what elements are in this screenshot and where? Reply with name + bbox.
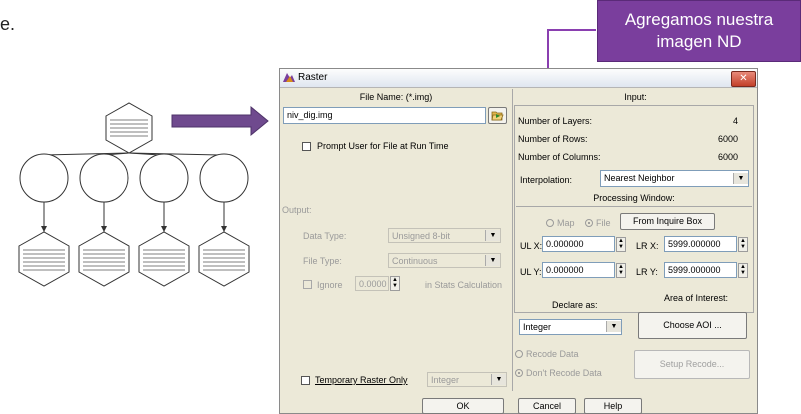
function-node [19,153,69,203]
setup-recode-button[interactable]: Setup Recode... [634,350,750,379]
raster-node-output [198,231,250,287]
dont-recode-label: Don't Recode Data [526,368,602,378]
chevron-down-icon: ▼ [485,255,500,266]
layers-label: Number of Layers: [518,116,593,126]
temporary-raster-label: Temporary Raster Only [315,375,408,385]
interpolation-value: Nearest Neighbor [604,173,675,183]
ignore-value-input[interactable]: 0.0000 [355,276,389,291]
function-node [139,153,189,203]
lry-input[interactable]: 5999.000000 [664,262,737,278]
interpolation-select[interactable]: Nearest Neighbor [600,170,749,187]
raster-node-output [78,231,130,287]
ignore-checkbox[interactable] [303,280,312,289]
declare-as-label: Declare as: [552,300,598,310]
area-of-interest-label: Area of Interest: [664,293,729,303]
raster-node-output [138,231,190,287]
declare-as-value: Integer [523,322,552,332]
choose-aoi-button[interactable]: Choose AOI ... [638,312,747,339]
file-name-label: File Name: (*.img) [359,92,433,102]
columns-label: Number of Columns: [518,152,601,162]
ok-button[interactable]: OK [422,398,504,414]
chevron-down-icon: ▼ [606,321,621,332]
input-heading: Input: [624,92,647,102]
file-type-label: File Type: [303,256,342,266]
ignore-spinner[interactable]: ▲ ▼ [390,276,400,291]
prompt-user-checkbox[interactable] [302,142,311,151]
temporary-raster-checkbox[interactable] [301,376,310,385]
dont-recode-radio[interactable] [515,369,523,377]
recode-data-label: Recode Data [526,349,579,359]
rows-label: Number of Rows: [518,134,588,144]
uly-input[interactable]: 0.000000 [542,262,615,278]
cancel-button[interactable]: Cancel [518,398,576,414]
from-inquire-box-button[interactable]: From Inquire Box [620,213,715,230]
help-button[interactable]: Help [584,398,642,414]
ulx-label: UL X: [520,241,543,251]
uly-label: UL Y: [520,267,542,277]
ulx-input[interactable]: 0.000000 [542,236,615,252]
rows-value: 6000 [717,134,738,144]
pointer-arrow [171,105,269,137]
chevron-down-icon: ▼ [491,374,506,385]
function-node [79,153,129,203]
chevron-down-icon: ▼ [733,173,748,184]
map-radio[interactable] [546,219,554,227]
recode-data-radio[interactable] [515,350,523,358]
file-radio-label: File [596,218,611,228]
open-folder-icon [491,111,504,121]
lry-spinner[interactable]: ▲ ▼ [738,263,748,278]
file-name-input[interactable]: niv_dig.img [283,107,486,124]
data-type-label: Data Type: [303,231,347,241]
ignore-label: Ignore [317,280,343,290]
processing-window-heading: Processing Window: [593,193,675,203]
prompt-user-label: Prompt User for File at Run Time [317,141,449,151]
vertical-divider [512,89,513,391]
interpolation-label: Interpolation: [520,175,573,185]
lrx-label: LR X: [636,241,659,251]
title-bar: Raster ✕ [280,69,757,88]
columns-value: 6000 [717,152,738,162]
lrx-input[interactable]: 5999.000000 [664,236,737,252]
file-radio[interactable] [585,219,593,227]
close-button[interactable]: ✕ [731,71,756,87]
window-title: Raster [298,72,328,83]
open-folder-button[interactable] [488,107,507,124]
raster-dialog: Raster ✕ File Name: (*.img) niv_dig.img … [279,68,758,414]
temporary-type-value: Integer [431,375,460,385]
ulx-spinner[interactable]: ▲ ▼ [616,237,626,252]
raster-node-output [18,231,70,287]
chevron-down-icon: ▼ [485,230,500,241]
data-type-value: Unsigned 8-bit [392,231,451,241]
stats-calculation-label: in Stats Calculation [425,280,503,290]
layers-value: 4 [732,116,738,126]
processing-divider [516,206,752,207]
lrx-spinner[interactable]: ▲ ▼ [738,237,748,252]
function-node [199,153,249,203]
map-radio-label: Map [557,218,575,228]
lry-label: LR Y: [636,267,658,277]
uly-spinner[interactable]: ▲ ▼ [616,263,626,278]
output-heading: Output: [282,205,312,215]
file-type-value: Continuous [392,256,438,266]
raster-app-icon [283,73,295,82]
